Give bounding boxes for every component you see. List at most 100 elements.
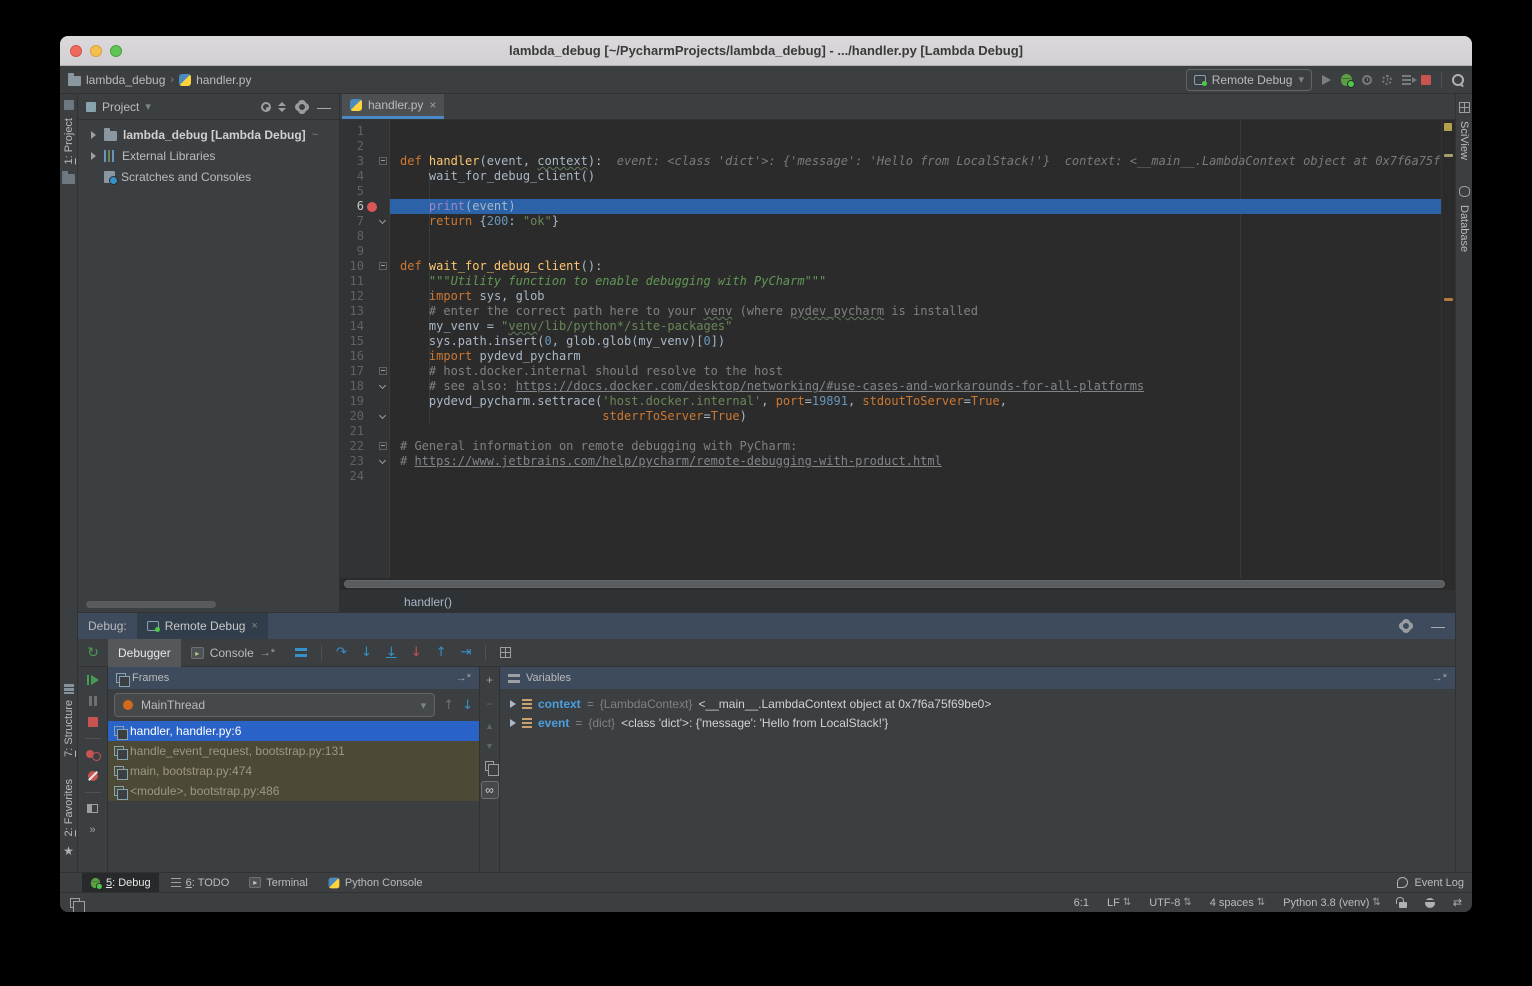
fold-end-icon[interactable] [379,457,386,464]
pin-icon[interactable]: →* [1432,672,1447,684]
breakpoint-cell[interactable] [364,394,378,409]
close-window-button[interactable] [70,45,82,57]
stripe-mark[interactable] [1444,154,1453,157]
breakpoint-cell[interactable] [364,124,378,139]
pause-icon[interactable] [89,696,97,706]
lock-icon[interactable] [1399,902,1407,908]
debug-button[interactable] [1341,74,1352,86]
pin-icon[interactable]: →* [260,647,275,659]
fold-collapse-icon[interactable] [379,367,387,375]
inspections-indicator[interactable] [1444,123,1452,131]
force-step-into-icon[interactable]: ↓ [411,646,422,659]
line-ending-select[interactable]: LF⇅ [1107,897,1131,909]
interpreter-select[interactable]: Python 3.8 (venv)⇅ [1283,897,1381,909]
gear-icon[interactable] [1401,621,1411,631]
tab-remote-debug-session[interactable]: Remote Debug × [137,613,268,639]
tree-item-external-libraries[interactable]: External Libraries [78,145,339,166]
tab-handler-py[interactable]: handler.py × [342,94,444,119]
tab-console[interactable]: ▸ Console →* [181,639,285,667]
breakpoint-cell[interactable] [364,454,378,469]
thread-select[interactable]: MainThread ▾ [114,693,435,717]
pin-icon[interactable]: →* [456,672,471,684]
sidebar-item-favorites[interactable]: 2: Favorites [63,779,75,836]
stack-frame[interactable]: handler, handler.py:6 [108,721,479,741]
tree-item-project-root[interactable]: lambda_debug [Lambda Debug] ~ [78,124,339,145]
mute-breakpoints-icon[interactable] [88,771,98,781]
run-button[interactable] [1322,75,1331,85]
stack-frame[interactable]: <module>, bootstrap.py:486 [108,781,479,801]
more-icon[interactable]: » [89,824,95,836]
run-configuration-select[interactable]: Remote Debug ▾ [1186,69,1312,91]
stop-icon[interactable] [88,717,98,727]
breakpoint-cell[interactable] [364,274,378,289]
breakpoint-cell[interactable] [364,169,378,184]
evaluate-expression-icon[interactable] [500,647,511,658]
fold-end-icon[interactable] [379,217,386,224]
search-everywhere-icon[interactable] [1452,74,1464,86]
inspections-profile-icon[interactable] [1425,898,1435,908]
fold-end-icon[interactable] [379,382,386,389]
sidebar-item-sciview[interactable]: SciView [1458,121,1470,160]
scrollbar-thumb[interactable] [344,580,1445,588]
breadcrumb-project[interactable]: lambda_debug [86,73,165,87]
expand-icon[interactable] [510,719,516,727]
fold-collapse-icon[interactable] [379,157,387,165]
breadcrumb-file[interactable]: handler.py [196,73,251,87]
encoding-select[interactable]: UTF-8⇅ [1149,897,1192,909]
editor-breadcrumb[interactable]: handler() [340,590,1455,612]
code-editor[interactable]: 123def handler(event, context): event: <… [340,120,1455,578]
move-down-icon[interactable]: ▼ [485,741,494,751]
run-to-cursor-icon[interactable]: ⇥ [461,646,472,659]
variable-row[interactable]: context = {LambdaContext} <__main__.Lamb… [500,694,1455,713]
variable-row[interactable]: event = {dict} <class 'dict'>: {'message… [500,713,1455,732]
tab-debug[interactable]: 5: Debug [82,873,159,893]
breakpoint-cell[interactable] [364,259,378,274]
remove-watch-icon[interactable]: − [486,697,493,711]
toolwindow-switcher-icon[interactable] [70,898,80,908]
breakpoint-cell[interactable] [364,154,378,169]
step-out-icon[interactable]: ↑ [436,646,447,659]
breakpoint-cell[interactable] [364,214,378,229]
restore-layout-icon[interactable] [87,804,98,813]
stack-frame[interactable]: handle_event_request, bootstrap.py:131 [108,741,479,761]
breakpoint-cell[interactable] [364,184,378,199]
caret-position[interactable]: 6:1 [1074,897,1089,909]
add-watch-icon[interactable]: + [486,673,493,687]
stack-frame[interactable]: main, bootstrap.py:474 [108,761,479,781]
expand-icon[interactable] [91,131,96,139]
indent-select[interactable]: 4 spaces⇅ [1210,897,1265,909]
rerun-icon[interactable]: ↻ [87,644,99,661]
resume-icon[interactable] [87,675,99,685]
locate-file-icon[interactable] [261,102,271,112]
stop-button[interactable] [1421,75,1431,85]
breakpoint-cell[interactable] [364,334,378,349]
minimize-window-button[interactable] [90,45,102,57]
step-into-icon[interactable]: ↓ [361,646,372,659]
step-over-icon[interactable]: ↷ [336,646,347,659]
sidebar-item-project[interactable]: 1: Project [63,118,75,164]
breakpoint-cell[interactable] [364,229,378,244]
move-up-icon[interactable]: ▲ [485,721,494,731]
collapse-all-icon[interactable] [277,101,287,113]
concurrency-diagram-button[interactable] [1402,75,1411,85]
stripe-mark[interactable] [1444,298,1453,301]
sidebar-item-database[interactable]: Database [1458,205,1470,252]
previous-frame-icon[interactable]: ↑ [443,699,454,712]
breakpoint-cell[interactable] [364,349,378,364]
breakpoint-icon[interactable] [367,202,377,212]
fold-end-icon[interactable] [379,412,386,419]
coverage-button[interactable] [1362,75,1372,85]
horizontal-scrollbar[interactable] [86,601,216,608]
duplicate-watch-icon[interactable] [485,761,494,771]
tab-terminal[interactable]: ▸ Terminal [241,873,316,893]
editor-hscrollbar[interactable] [340,578,1455,590]
sync-icon[interactable]: ⇄ [1453,896,1462,909]
next-frame-icon[interactable]: ↓ [462,699,473,712]
gear-icon[interactable] [297,102,307,112]
breakpoint-cell[interactable] [364,364,378,379]
breakpoint-cell[interactable] [364,244,378,259]
project-title[interactable]: Project [102,100,139,114]
sidebar-item-structure[interactable]: 7: Structure [63,700,75,757]
breakpoint-cell[interactable] [364,289,378,304]
breakpoint-cell[interactable] [364,379,378,394]
